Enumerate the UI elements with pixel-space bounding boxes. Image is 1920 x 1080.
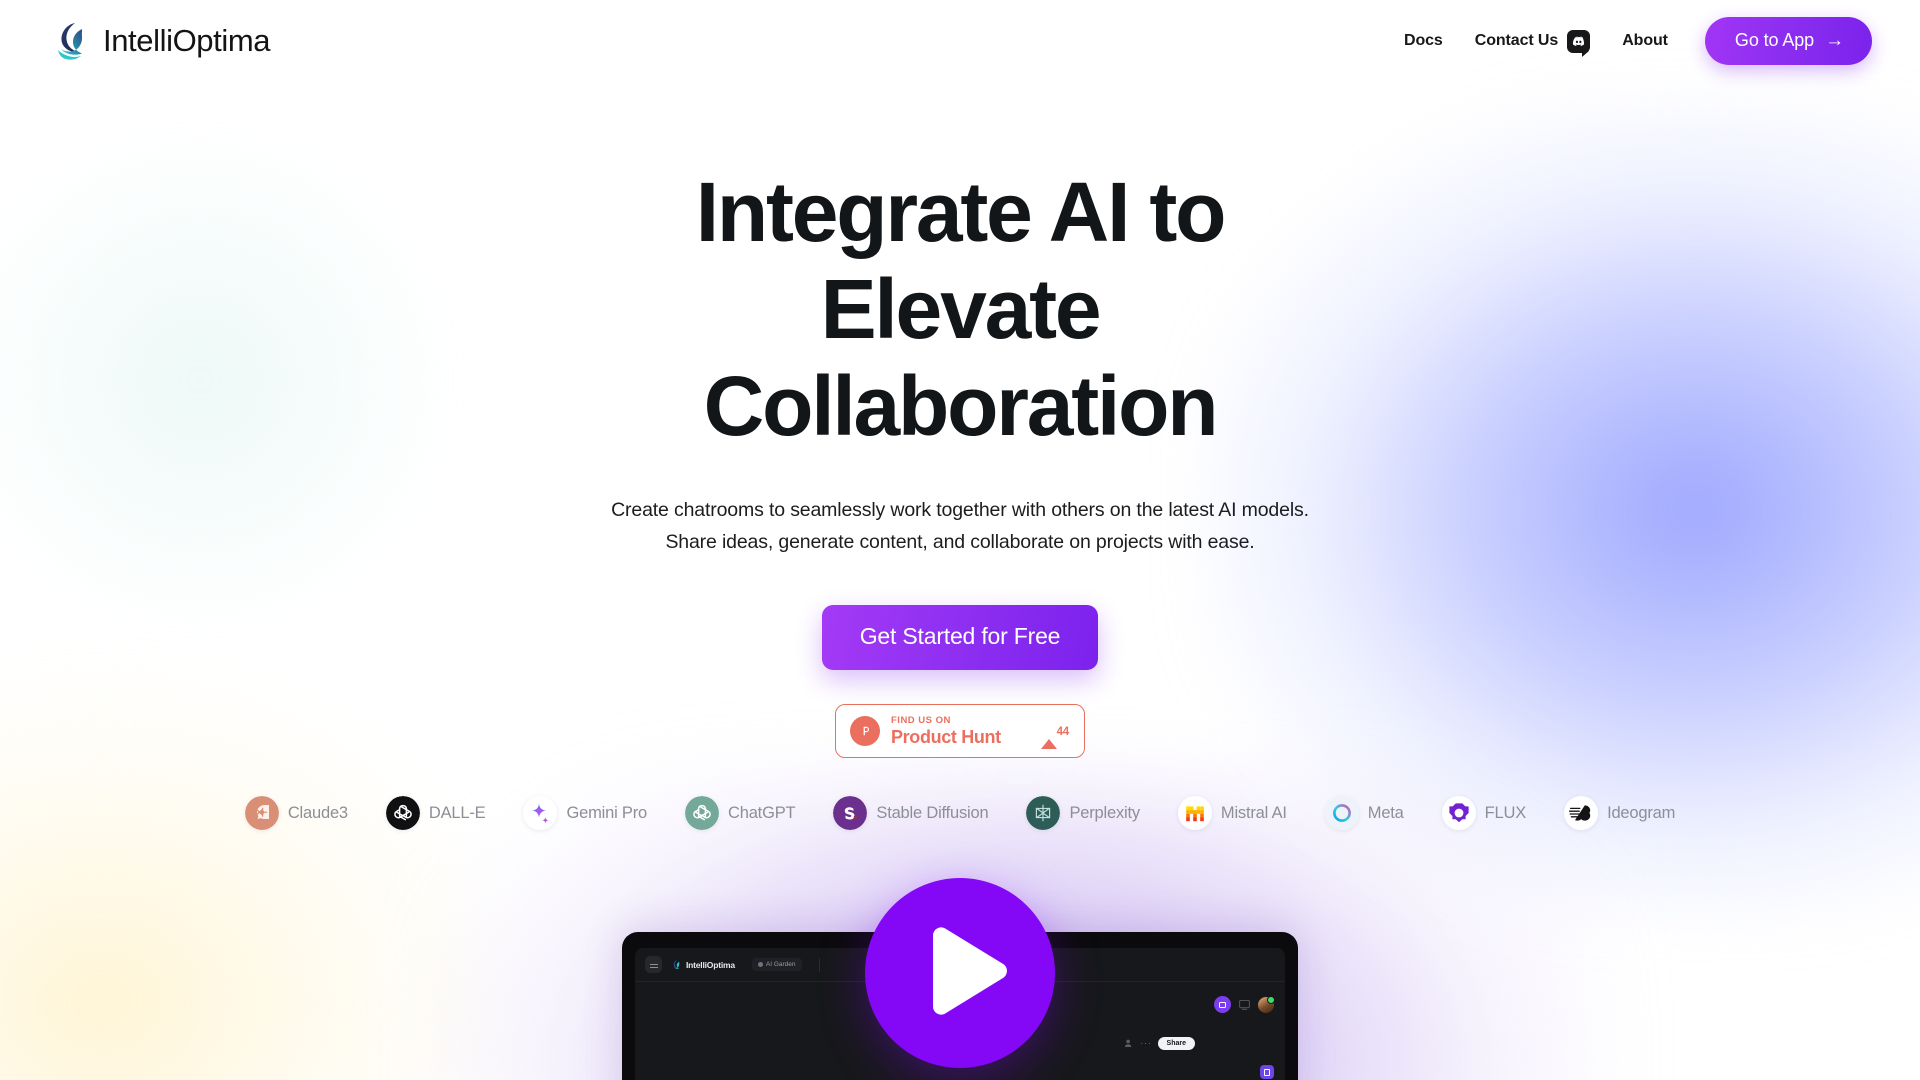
product-hunt-upvotes[interactable]: 44 xyxy=(1040,722,1071,750)
app-brand-row: IntelliOptima xyxy=(671,959,735,971)
product-hunt-pre-label: FIND US ON xyxy=(891,714,951,726)
model-label: Stable Diffusion xyxy=(876,803,989,822)
claude-icon xyxy=(244,796,279,831)
person-add-icon[interactable] xyxy=(1124,1038,1135,1049)
get-started-button[interactable]: Get Started for Free xyxy=(821,605,1099,671)
ellipsis-icon[interactable]: ··· xyxy=(1141,1039,1152,1048)
model-item-gemini-pro[interactable]: Gemini Pro xyxy=(523,796,648,831)
model-label: Ideogram xyxy=(1607,803,1676,822)
caret-up-icon xyxy=(1040,722,1057,750)
nav-item-about-label: About xyxy=(1622,32,1668,49)
app-chip-ai-garden[interactable]: AI Garden xyxy=(751,958,802,972)
app-brand-name: IntelliOptima xyxy=(686,959,735,970)
chip-dot-icon xyxy=(757,962,763,968)
model-item-claude3[interactable]: Claude3 xyxy=(244,796,348,831)
supported-models-strip: Claude3 DALL-E Gemini Pro ChatGPT Stable… xyxy=(0,796,1920,831)
hero-subtitle: Create chatrooms to seamlessly work toge… xyxy=(0,495,1920,558)
app-chat-icon[interactable] xyxy=(1214,996,1231,1014)
product-hunt-p-icon xyxy=(850,716,880,747)
discord-icon[interactable] xyxy=(1567,29,1591,57)
app-misc-icon[interactable] xyxy=(1238,998,1251,1011)
nav-item-contact-us[interactable]: Contact Us xyxy=(1474,24,1591,58)
model-label: Meta xyxy=(1367,803,1404,822)
model-label: Mistral AI xyxy=(1220,803,1287,822)
model-label: ChatGPT xyxy=(728,803,796,822)
model-label: Gemini Pro xyxy=(566,803,648,822)
avatar[interactable] xyxy=(1258,995,1275,1013)
subtitle-line-2: Share ideas, generate content, and colla… xyxy=(665,530,1255,553)
model-item-perplexity[interactable]: Perplexity xyxy=(1026,796,1140,831)
model-item-flux[interactable]: FLUX xyxy=(1441,796,1527,831)
model-item-meta[interactable]: Meta xyxy=(1324,796,1404,831)
model-label: Claude3 xyxy=(287,803,348,822)
mistral-icon xyxy=(1177,796,1212,831)
main-navigation: Docs Contact Us About Go to App → xyxy=(1404,17,1872,65)
arrow-right-icon: → xyxy=(1825,30,1844,51)
app-chip-label: AI Garden xyxy=(765,961,796,969)
title-line-3: Collaboration xyxy=(703,359,1219,454)
model-item-dall-e[interactable]: DALL-E xyxy=(385,796,486,831)
chatgpt-icon xyxy=(685,796,720,831)
share-button[interactable]: Share xyxy=(1157,1037,1195,1051)
title-line-1: Integrate AI to xyxy=(695,165,1227,259)
title-line-2: Elevate xyxy=(820,262,1102,357)
product-hunt-badge[interactable]: FIND US ON Product Hunt 44 xyxy=(835,704,1085,759)
product-video-section: IntelliOptima AI Garden Presentation xyxy=(0,856,1920,1080)
model-label: Perplexity xyxy=(1069,803,1140,822)
swirl-feather-icon-small xyxy=(673,959,680,969)
go-to-app-button[interactable]: Go to App → xyxy=(1704,17,1872,65)
flux-icon xyxy=(1441,796,1476,831)
model-label: DALL-E xyxy=(428,803,486,822)
app-topright-actions xyxy=(1214,995,1275,1014)
nav-item-docs[interactable]: Docs xyxy=(1404,24,1443,58)
model-item-stable-diffusion[interactable]: Stable Diffusion xyxy=(833,796,989,831)
app-side-panel-icon[interactable] xyxy=(1260,1065,1274,1080)
brand-logo[interactable]: IntelliOptima xyxy=(52,19,270,63)
play-triangle-icon xyxy=(933,927,1007,1015)
go-to-app-label: Go to App xyxy=(1734,30,1815,50)
product-hunt-badge-wrap: FIND US ON Product Hunt 44 xyxy=(0,704,1920,759)
swirl-feather-icon xyxy=(58,23,83,60)
app-share-row: ··· Share xyxy=(1124,1037,1195,1051)
subtitle-line-1: Create chatrooms to seamlessly work toge… xyxy=(611,499,1309,522)
page-title: Integrate AI to Elevate Collaboration xyxy=(470,164,1450,455)
stable-diffusion-icon xyxy=(833,796,868,831)
product-hunt-text: FIND US ON Product Hunt xyxy=(891,716,1030,747)
model-item-chatgpt[interactable]: ChatGPT xyxy=(685,796,796,831)
model-label: FLUX xyxy=(1484,803,1527,822)
perplexity-icon xyxy=(1026,796,1061,831)
nav-item-contact-label: Contact Us xyxy=(1474,32,1559,49)
product-hunt-upvote-count: 44 xyxy=(1056,726,1070,739)
app-topbar-divider xyxy=(818,957,820,972)
meta-icon xyxy=(1324,796,1359,831)
product-hunt-name: Product Hunt xyxy=(891,727,1001,748)
dalle-icon xyxy=(385,796,420,831)
site-header: IntelliOptima Docs Contact Us About Go t… xyxy=(0,0,1920,82)
play-video-button[interactable] xyxy=(865,878,1055,1069)
model-item-ideogram[interactable]: Ideogram xyxy=(1564,796,1676,831)
hamburger-menu-icon[interactable] xyxy=(645,956,662,974)
model-item-mistral-ai[interactable]: Mistral AI xyxy=(1177,796,1287,831)
gemini-icon xyxy=(523,796,558,831)
nav-item-about[interactable]: About xyxy=(1622,24,1668,58)
ideogram-icon xyxy=(1564,796,1599,831)
hero-section: Integrate AI to Elevate Collaboration Cr… xyxy=(0,164,1920,1080)
brand-name: IntelliOptima xyxy=(103,23,271,58)
